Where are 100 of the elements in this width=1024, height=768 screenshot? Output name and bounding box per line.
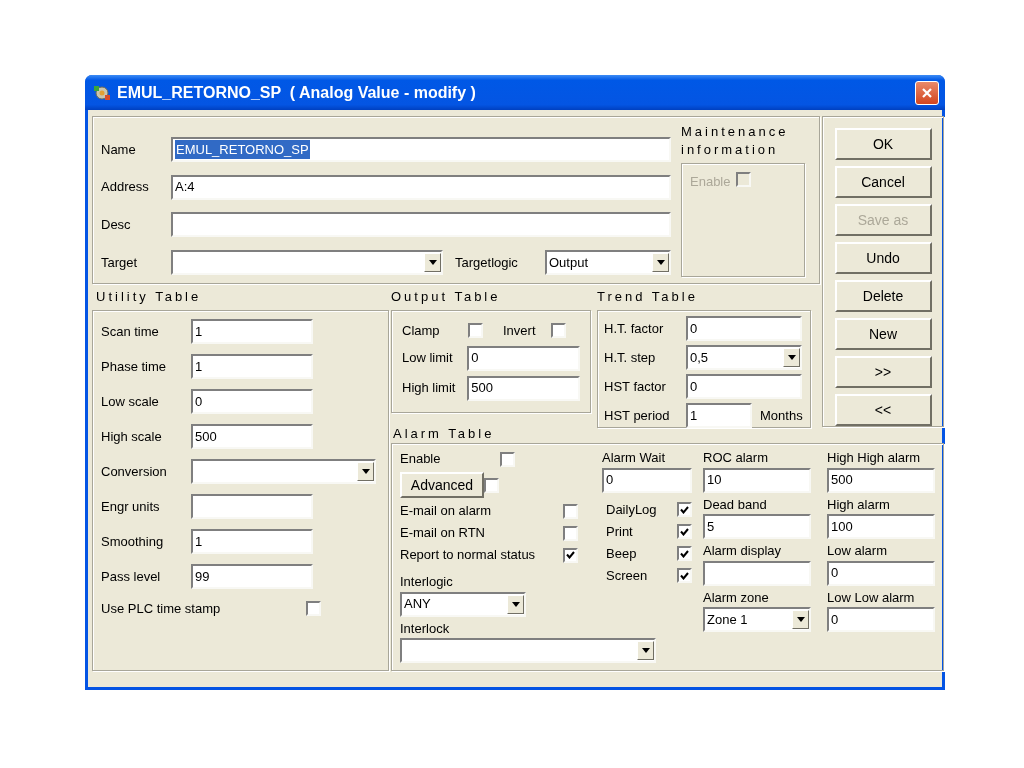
field-label: Alarm Wait	[602, 449, 667, 467]
dialog-button[interactable]: Undo	[834, 242, 932, 274]
dialog-button[interactable]: >>	[834, 356, 932, 388]
dialog-button[interactable]: <<	[834, 394, 932, 426]
caret-icon	[428, 259, 437, 265]
checkbox[interactable]	[484, 477, 499, 493]
dialog-button[interactable]: Cancel	[834, 166, 932, 198]
field-label: Target	[101, 253, 139, 272]
field-label: Desc	[101, 216, 132, 235]
dialog-button[interactable]: Delete	[834, 280, 932, 312]
input-field[interactable]: 0	[191, 389, 313, 414]
input-field[interactable]: 0	[467, 345, 580, 371]
field-label: Screen	[606, 566, 648, 585]
field-label: E-mail on alarm	[400, 502, 492, 521]
app-icon	[93, 83, 111, 102]
field-label: High High alarm	[827, 449, 922, 467]
field-label: Phase time	[101, 357, 168, 376]
dialog-button[interactable]: OK	[834, 128, 932, 160]
dropdown-button[interactable]	[637, 641, 654, 660]
input-field[interactable]	[703, 560, 811, 586]
input-field[interactable]: 0	[827, 560, 935, 586]
field-label: Interlogic	[400, 573, 454, 591]
group-title: Utility Table	[96, 290, 203, 304]
input-field[interactable]: 1	[191, 319, 313, 344]
field-label: High scale	[101, 427, 163, 446]
caret-icon	[796, 617, 805, 622]
field-label: Enable	[690, 173, 731, 191]
field-label: Interlock	[400, 619, 451, 638]
field-label: Conversion	[101, 462, 168, 481]
checkbox[interactable]	[677, 524, 692, 539]
dropdown-button[interactable]	[357, 462, 374, 481]
checkbox[interactable]	[677, 502, 692, 517]
input-field[interactable]: A:4	[171, 174, 671, 200]
dialog-button[interactable]: New	[834, 318, 932, 350]
dropdown[interactable]: Zone 1	[703, 607, 811, 632]
field-label: Low scale	[101, 392, 160, 411]
checkbox[interactable]	[306, 601, 321, 617]
checkmark-icon	[566, 551, 575, 559]
input-field[interactable]: 5	[703, 514, 811, 539]
input-field[interactable]: 0	[686, 374, 802, 399]
field-label: High limit	[402, 379, 457, 398]
checkbox[interactable]	[551, 323, 566, 339]
input-field[interactable]: 500	[191, 424, 313, 449]
field-label: Low Low alarm	[827, 588, 916, 607]
dropdown[interactable]	[171, 249, 443, 275]
input-field[interactable]: 0	[686, 316, 802, 341]
input-field[interactable]: 500	[827, 467, 935, 493]
input-field[interactable]	[191, 494, 313, 519]
input-field[interactable]: 0	[827, 607, 935, 632]
dropdown[interactable]	[191, 459, 376, 484]
input-field[interactable]: 10	[703, 467, 811, 493]
field-label: Months	[760, 406, 803, 425]
group-title: Maintenance information	[681, 123, 790, 159]
checkbox[interactable]	[563, 547, 578, 563]
checkmark-icon	[680, 571, 689, 580]
checkbox[interactable]	[677, 546, 692, 561]
checkmark-icon	[680, 549, 689, 558]
field-label: Low alarm	[827, 542, 888, 560]
field-label: Address	[101, 178, 150, 197]
input-field[interactable]: 100	[827, 514, 935, 539]
input-field[interactable]: 1	[686, 403, 752, 428]
caret-icon	[361, 469, 370, 474]
dropdown-button[interactable]	[507, 594, 524, 614]
field-label: Name	[101, 140, 137, 159]
input-field[interactable]: 1	[191, 529, 313, 554]
checkbox[interactable]	[563, 525, 578, 541]
input-field[interactable]: 0	[602, 467, 692, 493]
checkmark-icon	[680, 527, 689, 536]
field-label: Report to normal status	[400, 546, 536, 565]
dropdown-button[interactable]	[652, 252, 669, 272]
caret-icon	[656, 259, 665, 265]
dropdown-button[interactable]	[424, 252, 441, 272]
field-label: Engr units	[101, 497, 161, 516]
checkmark-icon	[680, 505, 689, 514]
caret-icon	[511, 601, 520, 607]
checkbox[interactable]	[500, 451, 515, 467]
caret-icon	[787, 355, 796, 360]
dropdown-button[interactable]	[783, 348, 800, 367]
field-label: Clamp	[402, 322, 441, 340]
input-field[interactable]: EMUL_RETORNO_SP	[171, 137, 671, 162]
field-label: HST period	[604, 406, 671, 425]
dropdown-button[interactable]	[792, 610, 809, 629]
field-label: Print	[606, 522, 633, 541]
dropdown[interactable]: ANY	[400, 591, 526, 617]
input-field[interactable]: 99	[191, 564, 313, 589]
checkbox[interactable]	[677, 568, 692, 583]
dropdown[interactable]	[400, 638, 656, 663]
close-button[interactable]	[915, 80, 939, 105]
input-field[interactable]: 500	[467, 375, 580, 401]
field-label: H.T. step	[604, 348, 657, 367]
checkbox[interactable]	[468, 323, 483, 339]
field-label: High alarm	[827, 495, 891, 514]
input-field[interactable]	[171, 212, 671, 238]
dropdown[interactable]: Output	[545, 249, 671, 275]
dropdown[interactable]: 0,5	[686, 345, 802, 370]
input-field[interactable]: 1	[191, 354, 313, 379]
field-label: Beep	[606, 544, 637, 563]
field-label: Alarm display	[703, 542, 783, 560]
advanced-button[interactable]: Advanced	[400, 472, 484, 498]
checkbox[interactable]	[563, 503, 578, 519]
